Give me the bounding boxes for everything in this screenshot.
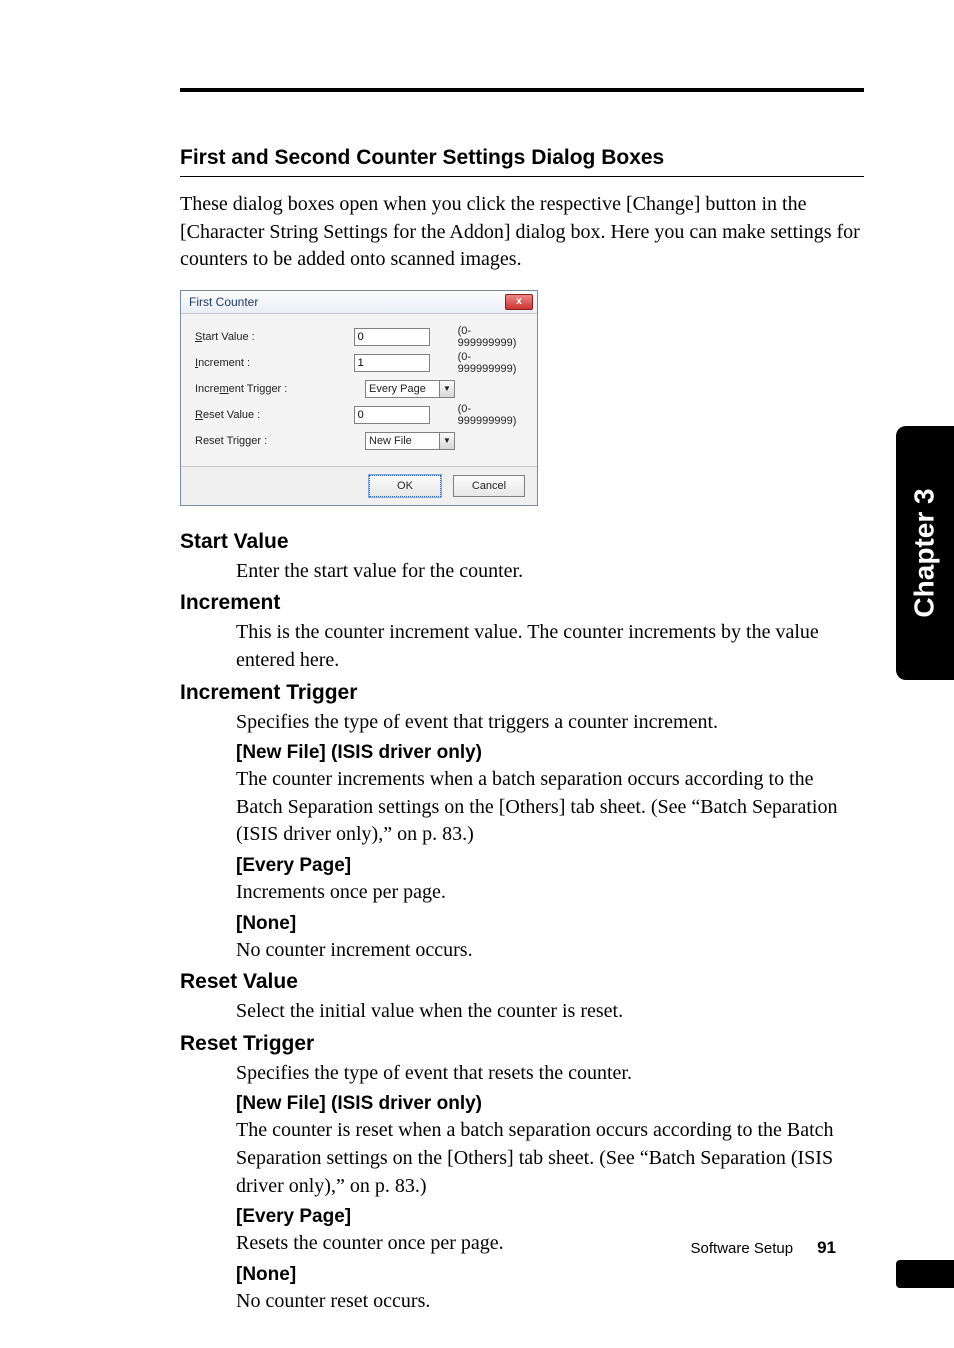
p-reset-value: Select the initial value when the counte… — [236, 998, 864, 1026]
definitions: Start Value Enter the start value for th… — [180, 530, 864, 1316]
cancel-button[interactable]: Cancel — [453, 475, 525, 497]
range-reset-value: (0-999999999) — [458, 403, 525, 427]
first-counter-dialog: First Counter x Start Value : (0-9999999… — [180, 290, 538, 506]
p-inc-none: No counter increment occurs. — [236, 937, 864, 965]
p-increment: This is the counter increment value. The… — [236, 619, 864, 674]
label-reset-value: Reset Value : — [195, 409, 354, 421]
range-start-value: (0-999999999) — [458, 325, 525, 349]
p-rt-none: No counter reset occurs. — [236, 1288, 864, 1316]
p-reset-trigger: Specifies the type of event that resets … — [236, 1060, 864, 1088]
p-inc-newfile: The counter increments when a batch sepa… — [236, 766, 864, 849]
row-increment: Increment : (0-999999999) — [195, 350, 525, 376]
input-reset-value[interactable] — [354, 406, 430, 424]
top-rule — [180, 88, 864, 92]
chapter-tab-label: Chapter 3 — [909, 488, 941, 617]
input-start-value[interactable] — [354, 328, 430, 346]
ok-button[interactable]: OK — [369, 475, 441, 497]
select-reset-trigger-value: New File — [369, 435, 412, 447]
intro-paragraph: These dialog boxes open when you click t… — [180, 191, 864, 274]
h-rt-every: [Every Page] — [236, 1206, 864, 1228]
select-increment-trigger[interactable]: Every Page ▼ — [365, 380, 455, 398]
h-rt-none: [None] — [236, 1264, 864, 1286]
chevron-down-icon: ▼ — [439, 381, 454, 397]
footer-section: Software Setup — [691, 1240, 794, 1257]
p-inc-every: Increments once per page. — [236, 879, 864, 907]
select-reset-trigger[interactable]: New File ▼ — [365, 432, 455, 450]
h-reset-trigger: Reset Trigger — [180, 1032, 864, 1056]
p-start-value: Enter the start value for the counter. — [236, 558, 864, 586]
label-start-value: Start Value : — [195, 331, 354, 343]
h-inc-none: [None] — [236, 913, 864, 935]
dialog-button-row: OK Cancel — [181, 466, 537, 505]
label-reset-trigger: Reset Trigger : — [195, 435, 365, 447]
select-increment-trigger-value: Every Page — [369, 383, 426, 395]
chapter-tab: Chapter 3 — [896, 426, 954, 680]
row-reset-trigger: Reset Trigger : New File ▼ — [195, 428, 525, 454]
thumb-index — [896, 1260, 954, 1288]
h-inc-newfile: [New File] (ISIS driver only) — [236, 742, 864, 764]
h-start-value: Start Value — [180, 530, 864, 554]
page: First and Second Counter Settings Dialog… — [0, 0, 954, 1348]
h-reset-value: Reset Value — [180, 970, 864, 994]
row-reset-value: Reset Value : (0-999999999) — [195, 402, 525, 428]
label-increment: Increment : — [195, 357, 354, 369]
page-footer: Software Setup 91 — [691, 1238, 836, 1258]
input-increment[interactable] — [354, 354, 430, 372]
section-heading: First and Second Counter Settings Dialog… — [180, 146, 864, 177]
row-start-value: Start Value : (0-999999999) — [195, 324, 525, 350]
h-increment: Increment — [180, 591, 864, 615]
row-increment-trigger: Increment Trigger : Every Page ▼ — [195, 376, 525, 402]
p-rt-newfile: The counter is reset when a batch separa… — [236, 1117, 864, 1200]
dialog-title-text: First Counter — [189, 295, 258, 309]
dialog-body: Start Value : (0-999999999) Increment : … — [181, 314, 537, 466]
close-icon[interactable]: x — [505, 294, 533, 310]
h-inc-every: [Every Page] — [236, 855, 864, 877]
chevron-down-icon: ▼ — [439, 433, 454, 449]
label-increment-trigger: Increment Trigger : — [195, 383, 365, 395]
h-rt-newfile: [New File] (ISIS driver only) — [236, 1093, 864, 1115]
p-inc-trigger: Specifies the type of event that trigger… — [236, 709, 864, 737]
page-number: 91 — [817, 1238, 836, 1258]
h-inc-trigger: Increment Trigger — [180, 681, 864, 705]
dialog-titlebar: First Counter x — [181, 291, 537, 314]
range-increment: (0-999999999) — [458, 351, 525, 375]
